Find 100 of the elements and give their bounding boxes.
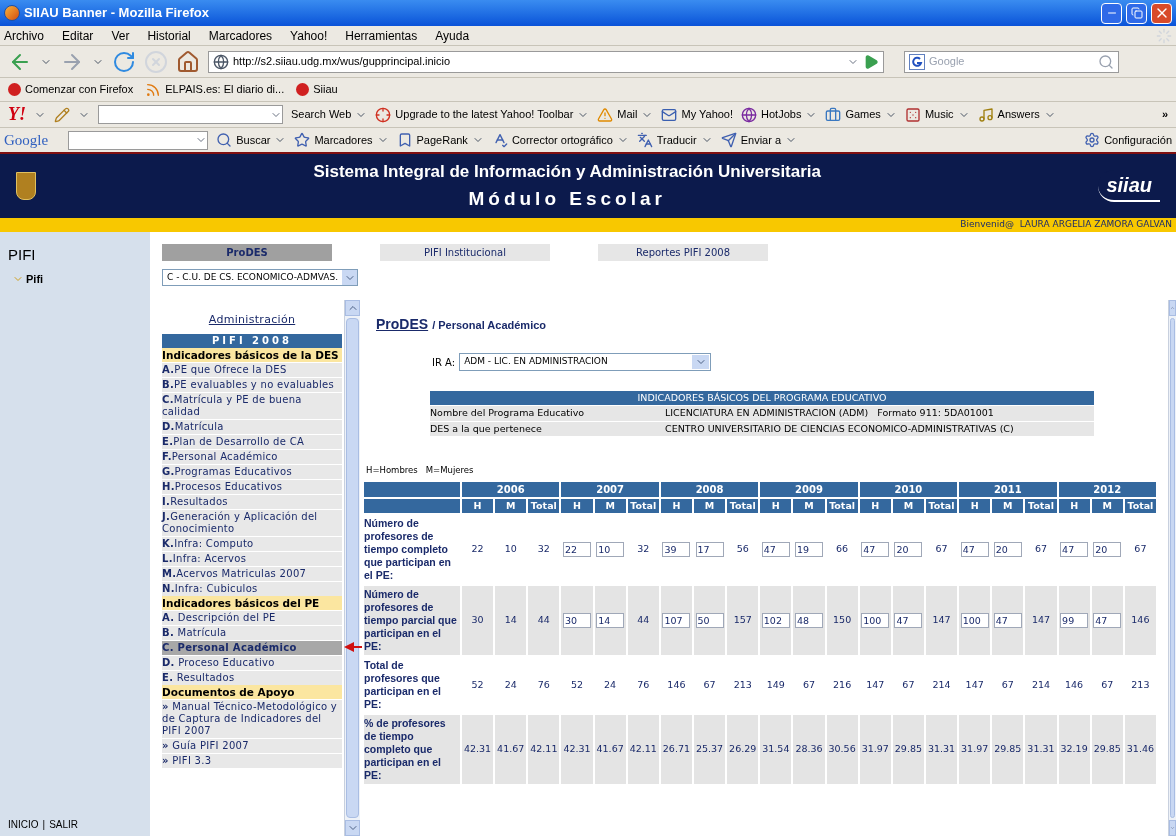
toolbar-button[interactable]: HotJobs xyxy=(761,106,802,123)
menu-link[interactable]: F.Personal Académico xyxy=(162,449,342,464)
toolbar-button[interactable]: Search Web xyxy=(291,106,352,123)
menu-link[interactable]: J.Generación y Aplicación del Conocimiento xyxy=(162,509,342,536)
des-select[interactable]: C - C.U. DE CS. ECONOMICO-ADMVAS. xyxy=(162,269,358,286)
toolbar-button[interactable]: Upgrade to the latest Yahoo! Toolbar xyxy=(395,106,574,123)
more-button[interactable]: » xyxy=(1161,106,1168,123)
toolbar-button[interactable]: Corrector ortográfico xyxy=(511,131,613,149)
number-input[interactable]: 20 xyxy=(894,541,923,557)
menu-link[interactable]: A.PE que Ofrece la DES xyxy=(162,362,342,377)
toolbar-logo[interactable]: Y! xyxy=(8,101,26,128)
toolbar-button[interactable]: Music xyxy=(924,106,954,123)
menu-item[interactable]: Herramientas xyxy=(345,26,418,45)
menu-link[interactable]: D. Proceso Educativo xyxy=(162,655,342,670)
menu-item[interactable]: Ver xyxy=(111,26,130,45)
pencil-icon[interactable] xyxy=(54,106,70,123)
restore-button[interactable] xyxy=(1126,2,1147,24)
menu-link[interactable]: H.Procesos Educativos xyxy=(162,479,342,494)
number-input[interactable]: 99 xyxy=(1060,612,1089,628)
tab[interactable]: Reportes PIFI 2008 xyxy=(598,244,768,261)
close-button[interactable] xyxy=(1151,2,1172,24)
number-input[interactable]: 20 xyxy=(1093,541,1122,557)
menu-item[interactable]: Ayuda xyxy=(435,26,470,45)
menu-link[interactable]: A. Descripción del PE xyxy=(162,610,342,625)
number-input[interactable]: 50 xyxy=(695,612,724,628)
menu-item[interactable]: Yahoo! xyxy=(290,26,328,45)
go-icon[interactable] xyxy=(863,53,879,70)
menu-link[interactable]: B. Matrícula xyxy=(162,625,342,640)
stop-icon[interactable] xyxy=(144,49,168,74)
menu-link[interactable]: » Manual Técnico-Metodológico y de Captura de Indicadores del PIFI 2007 xyxy=(162,699,342,738)
number-input[interactable]: 100 xyxy=(861,612,890,628)
bookmark-item[interactable]: Siiau xyxy=(313,81,338,98)
menu-link[interactable]: L.Infra: Acervos xyxy=(162,551,342,566)
address-field[interactable]: http://s2.siiau.udg.mx/wus/gupprincipal.inicio xyxy=(208,50,884,73)
administration-link[interactable]: Administración xyxy=(208,314,296,326)
menu-link[interactable]: E. Resultados xyxy=(162,670,342,685)
search-icon[interactable] xyxy=(1098,53,1114,70)
tab[interactable]: ProDES xyxy=(162,244,332,261)
toolbar-button[interactable]: Buscar xyxy=(236,131,271,149)
menu-item[interactable]: Historial xyxy=(147,26,191,45)
number-input[interactable]: 20 xyxy=(993,541,1022,557)
menu-link[interactable]: C.Matrícula y PE de buena calidad xyxy=(162,392,342,419)
menu-link[interactable]: D.Matrícula xyxy=(162,419,342,434)
toolbar-button[interactable]: Games xyxy=(845,106,881,123)
breadcrumb-link[interactable]: ProDES xyxy=(376,314,429,335)
sidebar-item[interactable]: Pifi xyxy=(12,270,142,287)
toolbar-search-field[interactable] xyxy=(98,105,283,124)
scrollbar[interactable] xyxy=(1168,300,1176,836)
number-input[interactable]: 17 xyxy=(695,541,724,557)
number-input[interactable]: 48 xyxy=(794,612,823,628)
search-input[interactable]: Google xyxy=(929,53,1094,70)
toolbar-search-field[interactable] xyxy=(68,130,209,150)
menu-link[interactable]: » Guía PIFI 2007 xyxy=(162,738,342,753)
toolbar-logo[interactable]: Google xyxy=(4,128,49,152)
menu-item[interactable]: Marcadores xyxy=(208,26,273,45)
minimize-button[interactable] xyxy=(1101,2,1122,24)
menu-link[interactable]: I.Resultados xyxy=(162,494,342,509)
number-input[interactable]: 102 xyxy=(761,612,790,628)
number-input[interactable]: 30 xyxy=(563,612,591,628)
logout-link[interactable]: SALIR xyxy=(49,817,79,832)
number-input[interactable]: 39 xyxy=(662,541,691,557)
menu-item[interactable]: Archivo xyxy=(4,26,44,45)
toolbar-button[interactable]: Mail xyxy=(617,106,638,123)
program-select[interactable]: ADM - LIC. EN ADMINISTRACION xyxy=(459,353,712,371)
toolbar-button[interactable]: My Yahoo! xyxy=(681,106,734,123)
number-input[interactable]: 107 xyxy=(662,612,691,628)
home-link[interactable]: INICIO xyxy=(8,817,39,832)
tab[interactable]: PIFI Institucional xyxy=(380,244,550,261)
toolbar-button[interactable]: Marcadores xyxy=(314,131,373,149)
scrollbar[interactable] xyxy=(344,300,360,836)
bookmark-item[interactable]: ELPAIS.es: El diario di... xyxy=(165,81,285,98)
number-input[interactable]: 100 xyxy=(960,612,989,628)
toolbar-button[interactable]: Traducir xyxy=(656,131,697,149)
number-input[interactable]: 47 xyxy=(960,541,989,557)
bookmark-item[interactable]: Comenzar con Firefox xyxy=(25,81,134,98)
menu-item[interactable]: Editar xyxy=(62,26,94,45)
toolbar-button[interactable]: Answers xyxy=(997,106,1040,123)
menu-link[interactable]: B.PE evaluables y no evaluables xyxy=(162,377,342,392)
toolbar-button[interactable]: PageRank xyxy=(416,131,468,149)
reload-icon[interactable] xyxy=(112,49,136,74)
home-icon[interactable] xyxy=(176,49,200,74)
number-input[interactable]: 47 xyxy=(761,541,790,557)
number-input[interactable]: 47 xyxy=(861,541,890,557)
number-input[interactable]: 10 xyxy=(596,541,625,557)
toolbar-button[interactable]: Configuración xyxy=(1104,131,1172,149)
menu-link[interactable]: K.Infra: Computo xyxy=(162,536,342,551)
number-input[interactable]: 22 xyxy=(563,541,591,557)
menu-link[interactable]: E.Plan de Desarrollo de CA xyxy=(162,434,342,449)
menu-link[interactable]: » PIFI 3.3 xyxy=(162,753,342,768)
number-input[interactable]: 47 xyxy=(894,612,923,628)
menu-link[interactable]: N.Infra: Cubiculos xyxy=(162,581,342,596)
number-input[interactable]: 14 xyxy=(596,612,625,628)
number-input[interactable]: 47 xyxy=(1093,612,1122,628)
search-field[interactable]: Google xyxy=(904,50,1119,73)
number-input[interactable]: 47 xyxy=(1060,541,1089,557)
number-input[interactable]: 19 xyxy=(794,541,823,557)
menu-link[interactable]: G.Programas Educativos xyxy=(162,464,342,479)
number-input[interactable]: 47 xyxy=(993,612,1022,628)
menu-link[interactable]: M.Acervos Matriculas 2007 xyxy=(162,566,342,581)
search-engine-icon[interactable] xyxy=(909,53,925,70)
